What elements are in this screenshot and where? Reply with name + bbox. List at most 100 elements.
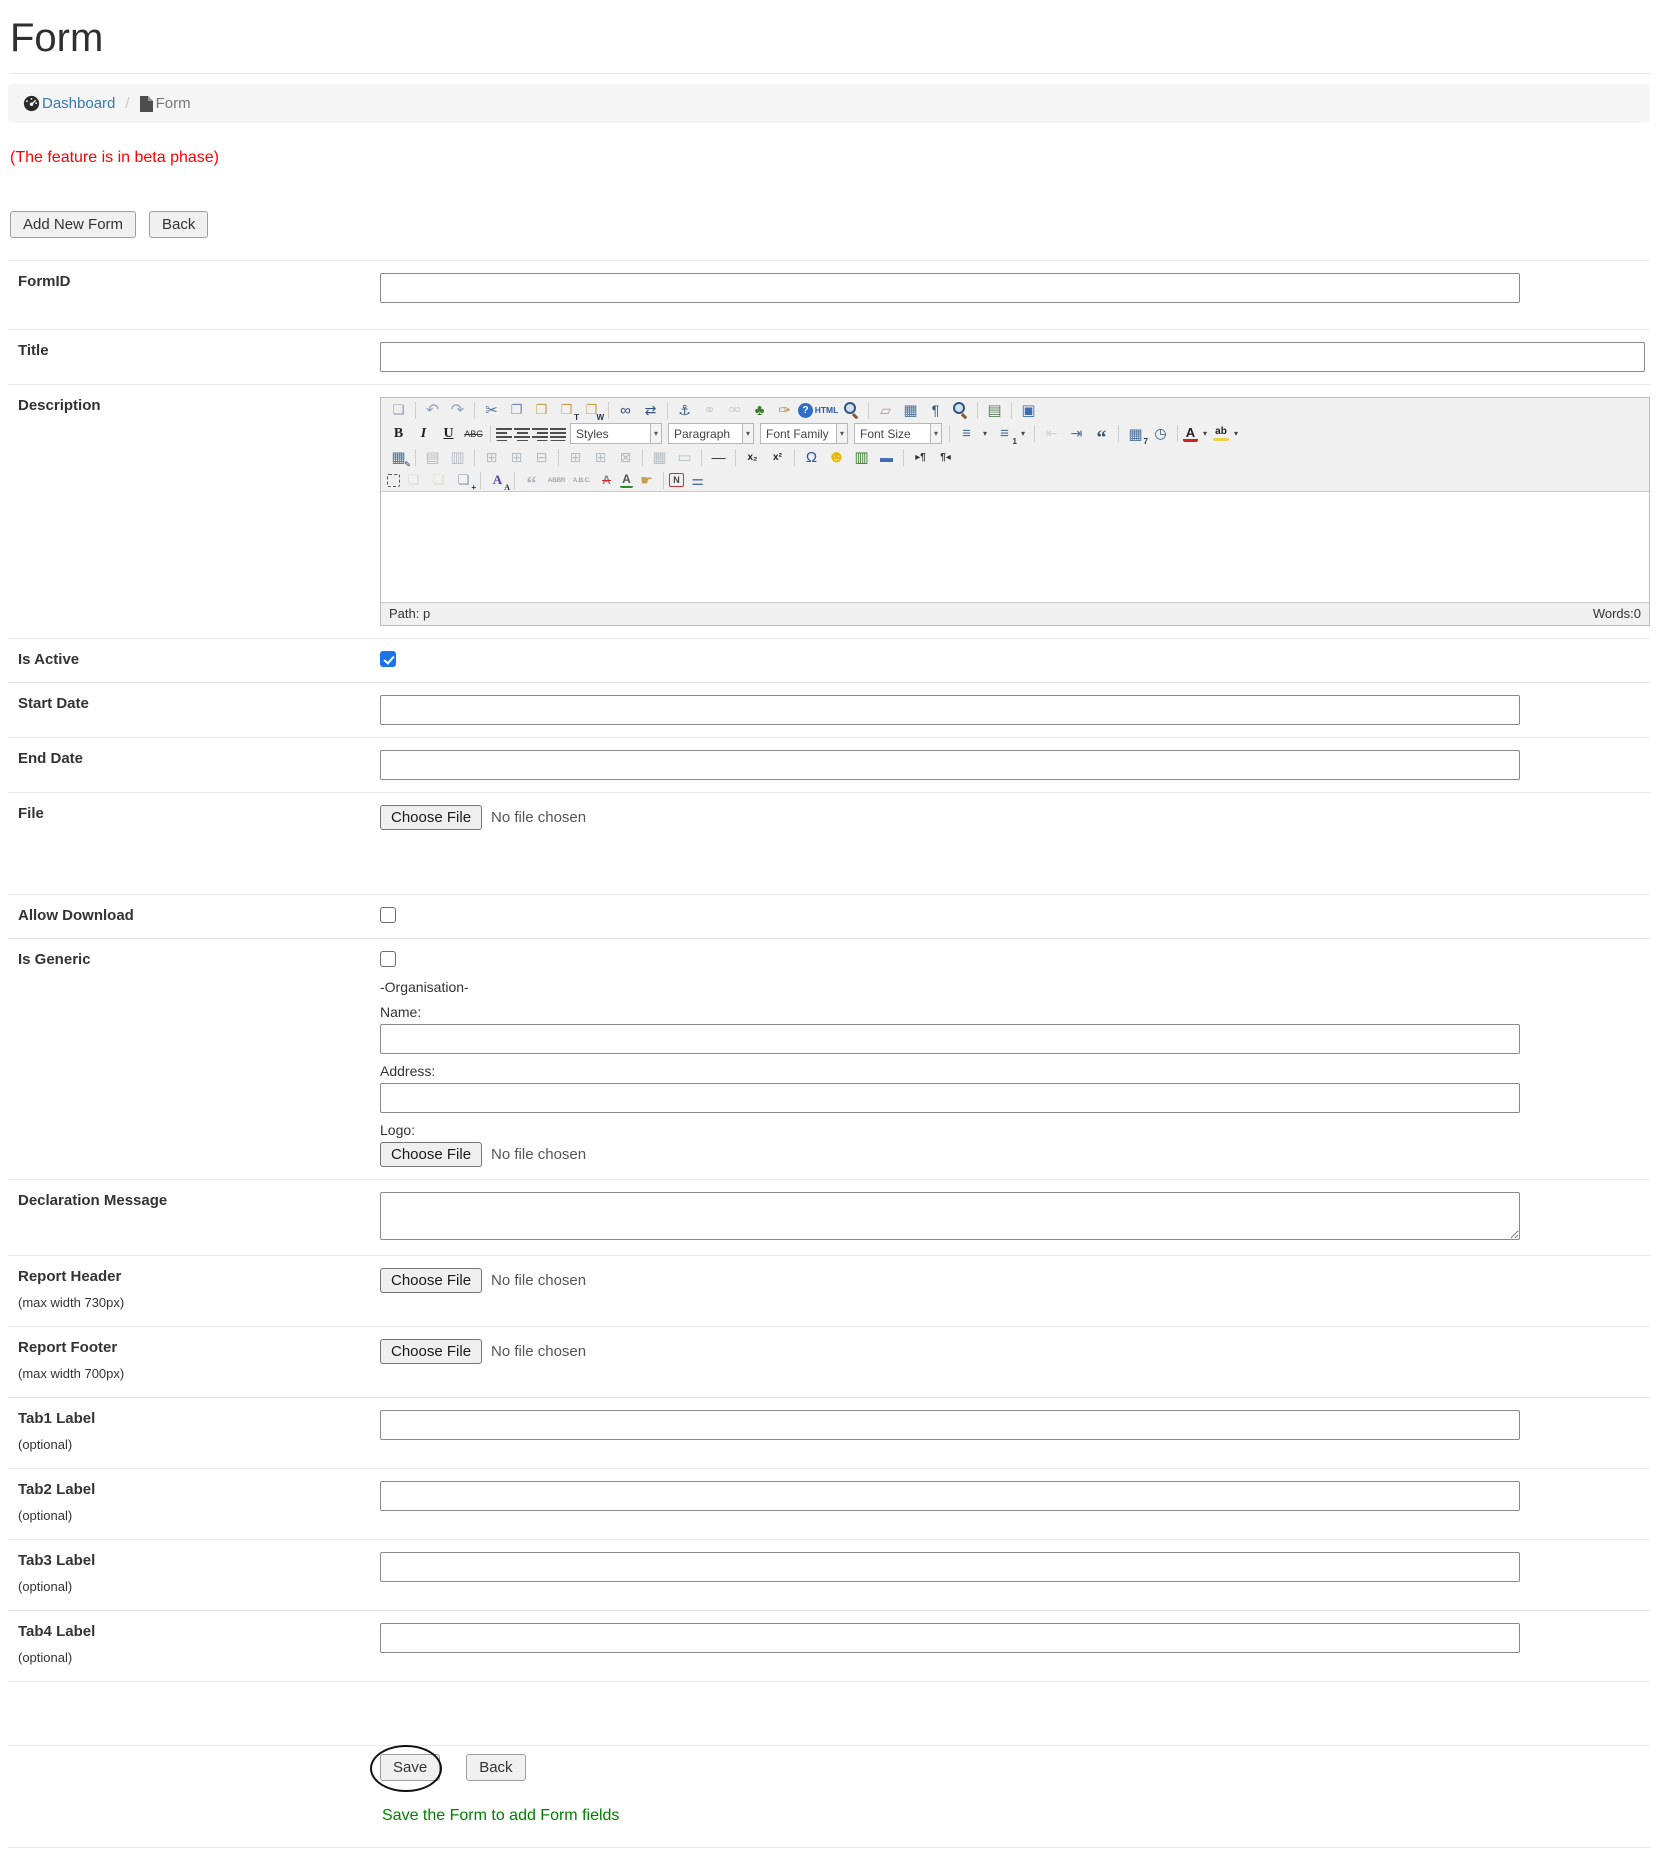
insert-table-icon[interactable]: ▦✎ [387, 447, 410, 467]
split-cells-icon[interactable]: ▦ [648, 447, 671, 467]
merge-cells-icon[interactable]: ▭ [673, 447, 696, 467]
organisation-address-input[interactable] [380, 1083, 1520, 1113]
outdent-icon[interactable]: ⇤ [1040, 424, 1063, 444]
ltr-icon[interactable]: ▸¶ [909, 447, 932, 467]
is-active-checkbox[interactable] [380, 651, 396, 667]
insert-col-after-icon[interactable]: ⊞ [589, 447, 612, 467]
find-replace-icon[interactable]: ⇄ [639, 400, 662, 420]
back-button-top[interactable]: Back [149, 211, 208, 238]
styles-select[interactable]: Styles▾ [570, 423, 662, 444]
file-choose-button[interactable]: Choose File [380, 805, 482, 830]
table-cell-properties-icon[interactable]: ▥ [446, 447, 469, 467]
image-icon[interactable]: ♣ [748, 400, 771, 420]
redo-icon[interactable]: ↷ [446, 400, 469, 420]
organisation-name-input[interactable] [380, 1024, 1520, 1054]
advanced-hr-icon[interactable]: ▬ [875, 447, 898, 467]
cut-icon[interactable]: ✂ [480, 400, 503, 420]
insert-time-icon[interactable]: ◷ [1149, 424, 1172, 444]
remove-format-icon[interactable]: ▱ [874, 400, 897, 420]
anchor-icon[interactable]: ⚓ [673, 400, 696, 420]
new-document-icon[interactable]: ❏ [387, 400, 410, 420]
delete-text-icon[interactable]: A [595, 470, 618, 490]
editor-content-area[interactable] [381, 491, 1649, 603]
horizontal-rule-icon[interactable]: — [707, 447, 730, 467]
numbered-list-menu-arrow[interactable]: ▾ [1017, 424, 1029, 444]
declaration-textarea[interactable] [380, 1192, 1520, 1240]
copy-icon[interactable]: ❐ [505, 400, 528, 420]
font-family-select[interactable]: Font Family▾ [760, 423, 848, 444]
indent-icon[interactable]: ⇥ [1065, 424, 1088, 444]
emotions-icon[interactable]: ☻ [825, 447, 848, 467]
is-generic-checkbox[interactable] [380, 951, 396, 967]
end-date-input[interactable] [380, 750, 1520, 780]
insert-text-icon[interactable]: A [620, 473, 633, 488]
subscript-icon[interactable]: x₂ [741, 447, 764, 467]
attributes-icon[interactable]: ☛ [635, 470, 658, 490]
insert-row-after-icon[interactable]: ⊞ [505, 447, 528, 467]
nonbreaking-icon[interactable]: N [669, 473, 684, 487]
preview-page-icon[interactable] [949, 400, 972, 420]
allow-download-checkbox[interactable] [380, 907, 396, 923]
unlink-icon[interactable]: ⚮ [723, 400, 746, 420]
insert-layer-icon[interactable]: ❏+ [452, 470, 475, 490]
breadcrumb-dashboard-link[interactable]: Dashboard [23, 95, 115, 112]
charmap-icon[interactable]: Ω [800, 447, 823, 467]
table-row-properties-icon[interactable]: ▤ [421, 447, 444, 467]
align-left-icon[interactable] [496, 427, 512, 441]
cleanup-icon[interactable]: ✑ [773, 400, 796, 420]
visual-aid-icon[interactable] [387, 474, 400, 487]
report-footer-choose-button[interactable]: Choose File [380, 1339, 482, 1364]
insert-row-before-icon[interactable]: ⊞ [480, 447, 503, 467]
numbered-list-icon[interactable]: ≡1 [993, 424, 1016, 444]
align-justify-icon[interactable] [550, 427, 566, 441]
paste-as-text-icon[interactable]: ❒T [555, 400, 578, 420]
tab2-input[interactable] [380, 1481, 1520, 1511]
delete-col-icon[interactable]: ⊠ [614, 447, 637, 467]
paragraph-select[interactable]: Paragraph▾ [668, 423, 754, 444]
media-icon[interactable]: ▥ [850, 447, 873, 467]
rtl-icon[interactable]: ¶◂ [934, 447, 957, 467]
insert-col-before-icon[interactable]: ⊞ [564, 447, 587, 467]
citation-icon[interactable]: “ [520, 470, 543, 490]
tab3-input[interactable] [380, 1552, 1520, 1582]
help-icon[interactable]: ? [798, 403, 813, 418]
insert-table-grid-icon[interactable]: ▦ [899, 400, 922, 420]
delete-row-icon[interactable]: ⊟ [530, 447, 553, 467]
save-button[interactable]: Save [380, 1754, 440, 1781]
visual-chars-icon[interactable]: ¶ [924, 400, 947, 420]
html-icon[interactable]: HTML [815, 400, 838, 420]
italic-icon[interactable]: I [412, 424, 435, 444]
start-date-input[interactable] [380, 695, 1520, 725]
background-color-icon[interactable]: ab [1213, 426, 1229, 441]
tab4-input[interactable] [380, 1623, 1520, 1653]
fullscreen-icon[interactable]: ▣ [1017, 400, 1040, 420]
report-header-choose-button[interactable]: Choose File [380, 1268, 482, 1293]
print-icon[interactable]: ▤ [983, 400, 1006, 420]
preview-icon[interactable] [840, 400, 863, 420]
bullet-list-menu-arrow[interactable]: ▾ [979, 424, 991, 444]
align-center-icon[interactable] [514, 427, 530, 441]
background-color-arrow[interactable]: ▾ [1230, 424, 1242, 444]
logo-choose-button[interactable]: Choose File [380, 1142, 482, 1167]
undo-icon[interactable]: ↶ [421, 400, 444, 420]
move-backward-icon[interactable]: ❏ [427, 470, 450, 490]
pagebreak-icon[interactable]: ⚌ [686, 470, 709, 490]
bold-icon[interactable]: B [387, 424, 410, 444]
back-button-bottom[interactable]: Back [466, 1754, 525, 1781]
paste-icon[interactable]: ❒ [530, 400, 553, 420]
tab1-input[interactable] [380, 1410, 1520, 1440]
blockquote-icon[interactable]: “ [1090, 424, 1113, 444]
text-color-arrow[interactable]: ▾ [1199, 424, 1211, 444]
style-props-icon[interactable]: AA [486, 470, 509, 490]
insert-date-icon[interactable]: ▦7 [1124, 424, 1147, 444]
abbreviation-icon[interactable]: ABBR [545, 470, 568, 490]
text-color-icon[interactable]: A [1183, 426, 1198, 442]
add-new-form-button[interactable]: Add New Form [10, 211, 136, 238]
find-icon[interactable]: ∞ [614, 400, 637, 420]
paste-from-word-icon[interactable]: ❒W [580, 400, 603, 420]
superscript-icon[interactable]: x² [766, 447, 789, 467]
title-input[interactable] [380, 342, 1645, 372]
acronym-icon[interactable]: A.B.C. [570, 470, 593, 490]
align-right-icon[interactable] [532, 427, 548, 441]
font-size-select[interactable]: Font Size▾ [854, 423, 942, 444]
